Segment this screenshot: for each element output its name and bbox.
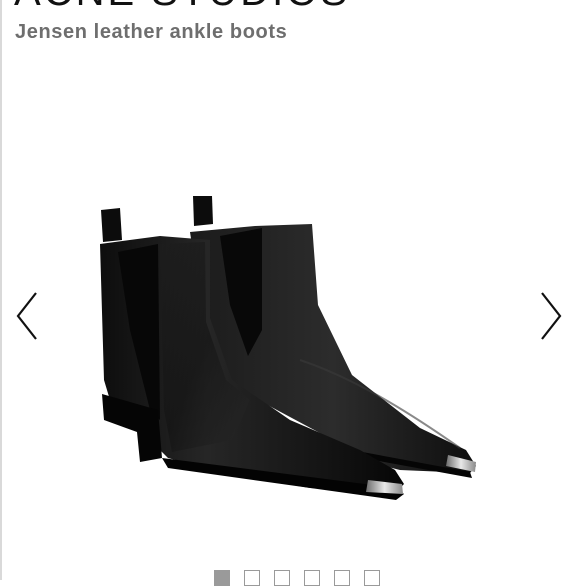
slide-dot[interactable] [364, 570, 380, 586]
chevron-right-icon [541, 292, 562, 340]
slide-dot[interactable] [274, 570, 290, 586]
slide-dot[interactable] [244, 570, 260, 586]
slide-dot[interactable] [214, 570, 230, 586]
next-image-button[interactable] [536, 288, 566, 344]
product-image[interactable] [0, 0, 580, 580]
previous-image-button[interactable] [12, 288, 42, 344]
slide-dot[interactable] [304, 570, 320, 586]
chevron-left-icon [16, 292, 37, 340]
slide-dot[interactable] [334, 570, 350, 586]
image-pagination [0, 570, 580, 586]
